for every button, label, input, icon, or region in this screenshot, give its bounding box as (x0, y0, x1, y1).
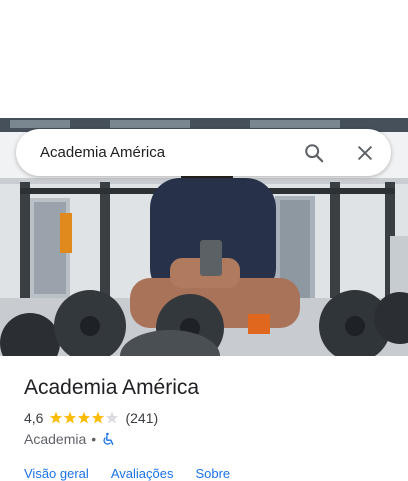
search-icon (305, 144, 324, 163)
rating-value: 4,6 (24, 410, 44, 426)
rating-row[interactable]: 4,6 (241) (24, 410, 158, 426)
place-category: Academia (24, 431, 87, 447)
wheelchair-icon (103, 432, 114, 445)
map-area-blank (0, 0, 408, 118)
clear-search-button[interactable] (352, 140, 378, 166)
search-input[interactable] (40, 129, 290, 176)
search-button[interactable] (301, 140, 327, 166)
review-count: (241) (125, 410, 159, 426)
search-bar[interactable] (16, 129, 391, 176)
rating-stars (49, 411, 121, 425)
separator: • (91, 431, 97, 447)
close-icon (358, 146, 372, 160)
star-icon (50, 411, 119, 424)
place-info-panel: Academia América 4,6 (241) Academia • Vi… (0, 356, 408, 481)
category-row: Academia • (24, 431, 115, 447)
place-title: Academia América (24, 376, 200, 399)
